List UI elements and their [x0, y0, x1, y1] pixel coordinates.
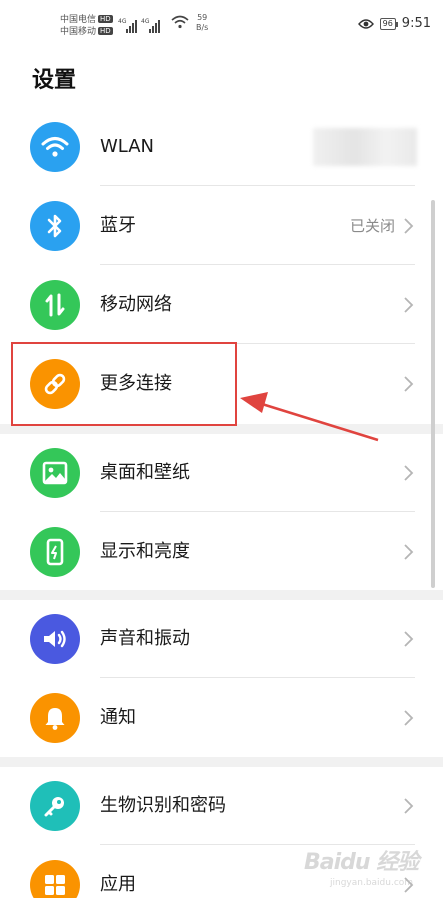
bluetooth-status: 已关闭 — [349, 217, 395, 235]
signal-strength-icon: 4G — [141, 18, 160, 33]
settings-row-label: 移动网络 — [100, 294, 172, 315]
network-speed: 59 B/s — [196, 13, 208, 33]
settings-row-home-wallpaper[interactable]: 桌面和壁纸 — [0, 434, 443, 512]
display-icon — [30, 527, 80, 577]
hd-badge: HD — [98, 15, 113, 23]
wallpaper-icon — [30, 448, 80, 498]
chevron-right-icon — [404, 376, 414, 392]
settings-row-label: 应用 — [100, 874, 136, 895]
chevron-right-icon — [404, 631, 414, 647]
divider — [100, 677, 415, 678]
status-right: 96 9:51 — [357, 16, 431, 31]
settings-row-bluetooth[interactable]: 蓝牙 已关闭 — [0, 187, 443, 265]
settings-row-wlan[interactable]: WLAN — [0, 108, 443, 186]
bluetooth-icon — [30, 201, 80, 251]
status-bar: 中国电信 HD 中国移动 HD 4G 4G 59 B/s 96 9:51 — [0, 0, 443, 50]
sound-icon — [30, 614, 80, 664]
settings-row-mobile-network[interactable]: 移动网络 — [0, 266, 443, 344]
battery-level: 96 — [379, 17, 399, 30]
chevron-right-icon — [404, 710, 414, 726]
annotation-highlight-box — [11, 342, 237, 426]
settings-group-display: 桌面和壁纸 显示和亮度 — [0, 434, 443, 590]
settings-row-label: 通知 — [100, 707, 136, 728]
wifi-status-icon — [171, 15, 189, 29]
wifi-icon — [30, 122, 80, 172]
chevron-right-icon — [404, 798, 414, 814]
settings-row-label: 桌面和壁纸 — [100, 462, 190, 483]
chevron-right-icon — [404, 218, 414, 234]
signal-strength-icon: 4G — [118, 18, 137, 33]
divider — [100, 185, 415, 186]
scrollbar[interactable] — [431, 200, 435, 588]
apps-grid-icon — [30, 860, 80, 898]
chevron-right-icon — [404, 297, 414, 313]
notification-bell-icon — [30, 693, 80, 743]
chevron-right-icon — [404, 544, 414, 560]
wlan-network-name-redacted — [313, 128, 417, 166]
eye-comfort-icon — [357, 18, 374, 29]
section-separator — [0, 757, 443, 767]
carrier-2: 中国移动 — [60, 27, 97, 37]
hd-badge: HD — [98, 27, 113, 35]
settings-row-label: 蓝牙 — [100, 215, 136, 236]
speed-unit: B/s — [196, 23, 209, 32]
divider — [100, 264, 415, 265]
page-title: 设置 — [32, 68, 77, 93]
key-icon — [30, 781, 80, 831]
watermark-logo-text: Baidu 经验 — [304, 850, 419, 875]
signal-icons: 4G 4G — [118, 15, 160, 33]
network-tag: 4G — [118, 18, 127, 25]
carrier-1: 中国电信 — [60, 15, 97, 25]
watermark-url: jingyan.baidu.com — [330, 878, 414, 888]
chevron-right-icon — [404, 465, 414, 481]
carrier-info: 中国电信 HD 中国移动 HD — [60, 14, 113, 38]
divider — [100, 511, 415, 512]
settings-row-label: 显示和亮度 — [100, 541, 190, 562]
settings-row-sound-vibration[interactable]: 声音和振动 — [0, 600, 443, 678]
settings-row-label: 生物识别和密码 — [100, 795, 226, 816]
baidu-watermark: Baidu 经验 jingyan.baidu.com — [300, 842, 440, 894]
settings-row-label: 声音和振动 — [100, 628, 190, 649]
speed-value: 59 — [197, 13, 208, 22]
network-tag: 4G — [141, 18, 150, 25]
settings-row-notifications[interactable]: 通知 — [0, 679, 443, 757]
mobile-network-icon — [30, 280, 80, 330]
settings-group-sound: 声音和振动 通知 — [0, 600, 443, 757]
section-separator — [0, 590, 443, 600]
settings-row-display-brightness[interactable]: 显示和亮度 — [0, 513, 443, 591]
clock-time: 9:51 — [401, 16, 431, 31]
settings-row-label: WLAN — [100, 136, 155, 157]
settings-row-biometrics-password[interactable]: 生物识别和密码 — [0, 767, 443, 845]
